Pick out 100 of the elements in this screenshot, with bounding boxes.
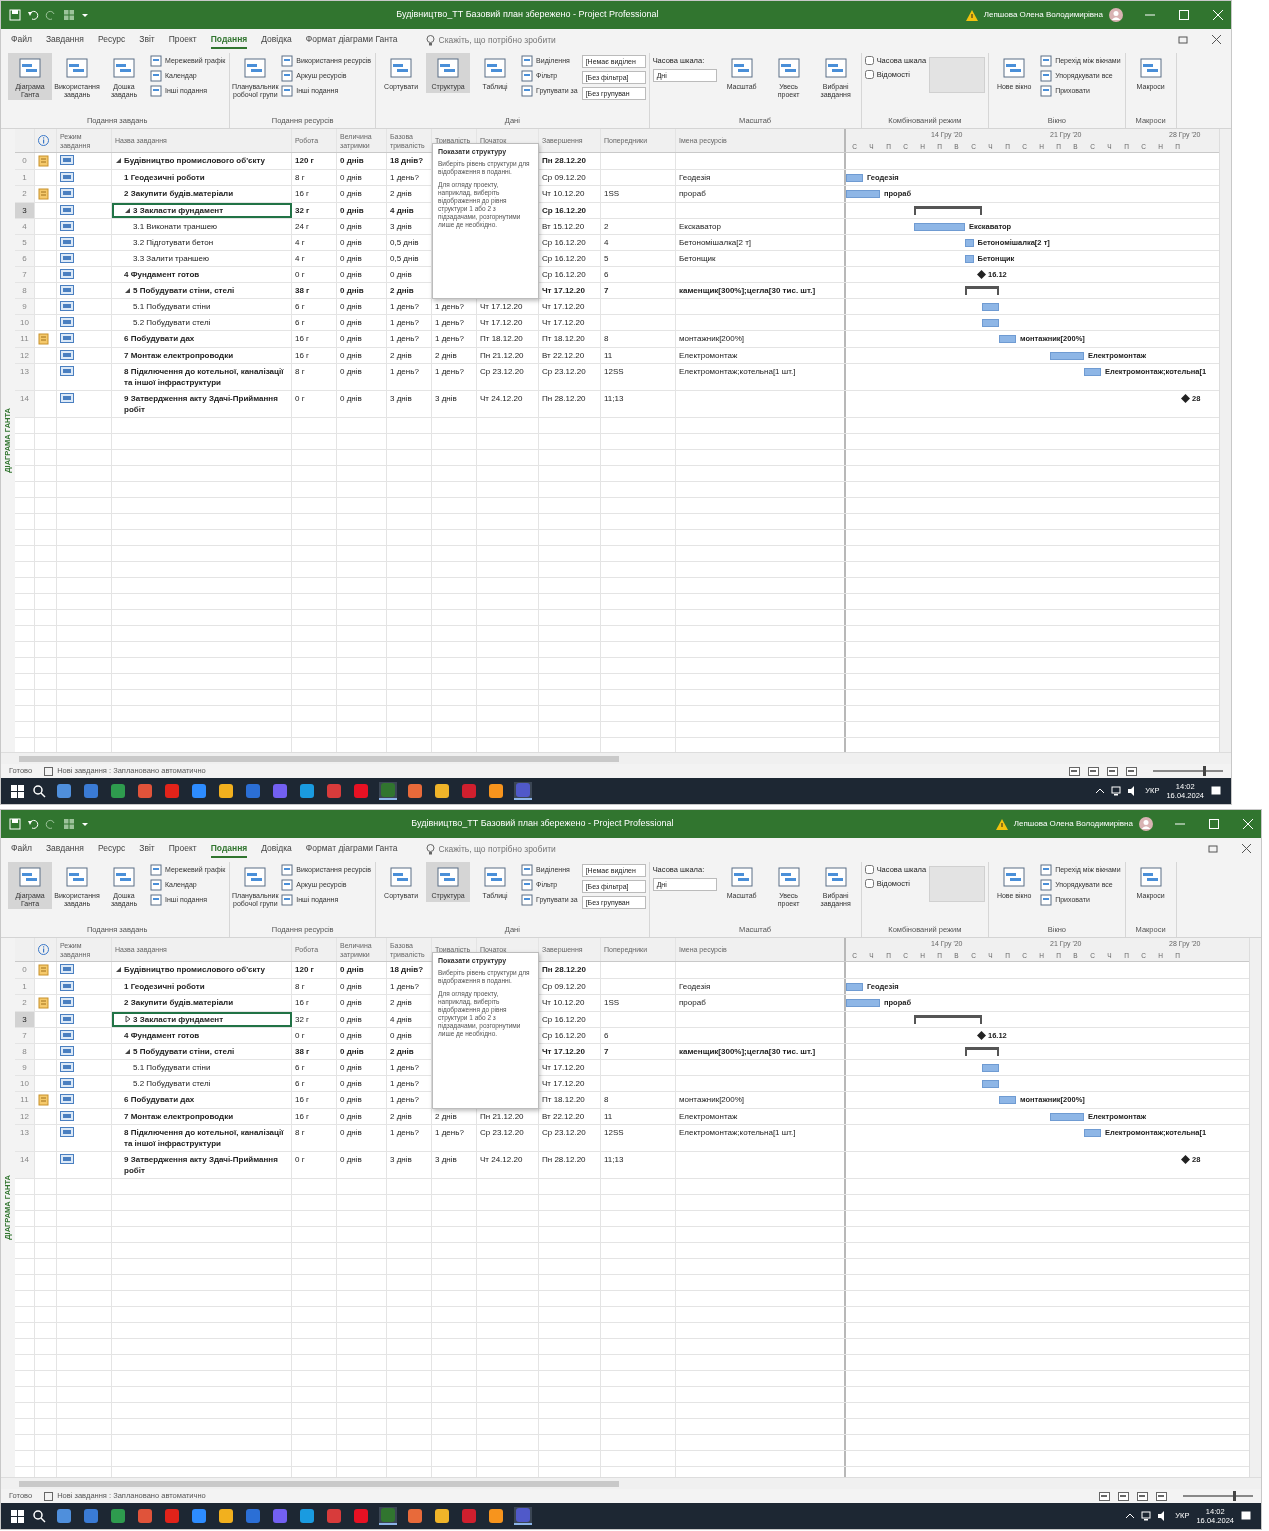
task-name-cell[interactable]: 5.2 Побудувати стелі [112, 315, 292, 330]
checkbox[interactable] [864, 70, 874, 80]
app-icon[interactable] [379, 1507, 397, 1525]
ribbon-display-icon[interactable] [1208, 844, 1218, 854]
maximize-icon[interactable] [1179, 10, 1189, 20]
task-name-cell[interactable]: 5.2 Побудувати стелі [112, 1076, 292, 1091]
view-icon[interactable] [1069, 766, 1080, 776]
close-icon[interactable] [1212, 35, 1221, 44]
row-number[interactable]: 7 [15, 1028, 35, 1043]
task-name-cell[interactable]: 4 Фундамент готов [112, 1028, 292, 1043]
task-name-cell[interactable]: 1 Геодезичні роботи [112, 979, 292, 994]
app-icon[interactable] [217, 782, 235, 800]
app-icon[interactable] [433, 1507, 451, 1525]
checkbox[interactable] [864, 865, 874, 875]
zoom-slider[interactable] [1233, 1491, 1237, 1501]
app-icon[interactable] [514, 1507, 532, 1525]
app-icon[interactable] [514, 782, 532, 800]
task-name-cell[interactable]: 4 Фундамент готов [112, 267, 292, 282]
task-name-cell[interactable]: 5 Побудувати стіни, стелі [112, 283, 292, 298]
task-name-cell[interactable]: 7 Монтаж електропроводки [112, 1109, 292, 1124]
chevron-up-icon[interactable] [1126, 1513, 1135, 1519]
app-icon[interactable] [271, 1507, 289, 1525]
task-name-cell[interactable]: 9 Затвердження акту Здачі-Приймання робіт [112, 1152, 292, 1178]
checkbox[interactable] [864, 879, 874, 889]
task-name-cell[interactable]: 3.3 Залити траншею [112, 251, 292, 266]
task-name-cell[interactable]: 7 Монтаж електропроводки [112, 348, 292, 363]
app-icon[interactable] [379, 782, 397, 800]
search-field[interactable]: Скажіть, що потрібно зробити [438, 33, 609, 47]
vertical-scrollbar[interactable] [1249, 938, 1261, 1477]
row-number[interactable]: 3 [15, 1012, 35, 1027]
checkbox[interactable] [864, 56, 874, 66]
ribbon-tab[interactable]: Файл [11, 839, 32, 859]
task-name-cell[interactable]: 6 Побудувати дах [112, 331, 292, 347]
save-icon[interactable] [9, 818, 21, 830]
view-icon[interactable] [1088, 766, 1099, 776]
view-icon[interactable] [1099, 1491, 1110, 1501]
view-icon[interactable] [1126, 766, 1137, 776]
ribbon-tab[interactable]: Ресурс [97, 30, 126, 50]
task-name-cell[interactable]: 3.1 Виконати траншею [112, 219, 292, 234]
undo-icon[interactable] [27, 818, 39, 830]
notification-icon[interactable] [1211, 786, 1221, 796]
view-icon[interactable] [1156, 1491, 1167, 1501]
close-icon[interactable] [1242, 844, 1251, 853]
row-number[interactable]: 3 [15, 203, 35, 218]
row-number[interactable]: 9 [15, 299, 35, 314]
view-icon[interactable] [1118, 1491, 1129, 1501]
row-number[interactable]: 0 [15, 962, 35, 978]
app-icon[interactable] [82, 1507, 100, 1525]
ribbon-tab[interactable]: Формат діаграми Ганта [305, 839, 398, 859]
notification-icon[interactable] [1241, 1511, 1251, 1521]
expand-icon[interactable] [124, 1014, 131, 1023]
maximize-icon[interactable] [1209, 819, 1219, 829]
windows-icon[interactable] [11, 1509, 24, 1523]
ribbon-tab[interactable]: Проект [168, 30, 197, 50]
ribbon-display-icon[interactable] [1178, 35, 1188, 45]
ribbon-tab[interactable]: Подання [210, 30, 248, 50]
task-name-cell[interactable]: 8 Підключення до котельної, каналізації та іншої інфраструктури [112, 364, 292, 390]
scrollbar-thumb[interactable] [19, 1480, 619, 1487]
task-name-cell[interactable]: 6 Побудувати дах [112, 1092, 292, 1108]
app-icon[interactable] [325, 1507, 343, 1525]
app-icon[interactable] [298, 1507, 316, 1525]
view-icon[interactable] [1107, 766, 1118, 776]
network-icon[interactable] [1141, 1511, 1152, 1521]
task-name-cell[interactable]: 5.1 Побудувати стіни [112, 1060, 292, 1075]
task-name-cell[interactable]: 3 Закласти фундамент [112, 203, 292, 218]
app-icon[interactable] [271, 782, 289, 800]
row-number[interactable]: 9 [15, 1060, 35, 1075]
search-field[interactable]: Скажіть, що потрібно зробити [438, 842, 609, 856]
ribbon-tab[interactable]: Подання [210, 839, 248, 859]
zoom-slider[interactable] [1203, 766, 1207, 776]
row-number[interactable]: 6 [15, 251, 35, 266]
ribbon-tab[interactable]: Формат діаграми Ганта [305, 30, 398, 50]
search-icon[interactable] [33, 784, 46, 798]
grid-icon[interactable] [63, 818, 75, 830]
task-name-cell[interactable]: 9 Затвердження акту Здачі-Приймання робіт [112, 391, 292, 417]
task-name-cell[interactable]: Будівництво промислового об'єкту [112, 153, 292, 169]
app-icon[interactable] [55, 782, 73, 800]
chevron-up-icon[interactable] [1096, 788, 1105, 794]
app-icon[interactable] [433, 782, 451, 800]
app-icon[interactable] [190, 782, 208, 800]
ribbon-tab[interactable]: Проект [168, 839, 197, 859]
task-name-cell[interactable]: 5 Побудувати стіни, стелі [112, 1044, 292, 1059]
ribbon-tab[interactable]: Довідка [261, 30, 292, 50]
ribbon-tab[interactable]: Довідка [261, 839, 292, 859]
vertical-scrollbar[interactable] [1219, 129, 1231, 752]
ribbon-tab[interactable]: Звіт [139, 839, 155, 859]
ribbon-tab[interactable]: Завдання [45, 839, 84, 859]
app-icon[interactable] [325, 782, 343, 800]
task-name-cell[interactable]: 3 Закласти фундамент [112, 1012, 292, 1027]
scrollbar-thumb[interactable] [19, 755, 619, 762]
app-icon[interactable] [217, 1507, 235, 1525]
app-icon[interactable] [109, 782, 127, 800]
row-number[interactable]: 7 [15, 267, 35, 282]
app-icon[interactable] [55, 1507, 73, 1525]
app-icon[interactable] [190, 1507, 208, 1525]
app-icon[interactable] [487, 1507, 505, 1525]
grid-icon[interactable] [63, 9, 75, 21]
task-name-cell[interactable]: 2 Закупити будів.матеріали [112, 995, 292, 1011]
network-icon[interactable] [1111, 786, 1122, 796]
view-icon[interactable] [1137, 1491, 1148, 1501]
